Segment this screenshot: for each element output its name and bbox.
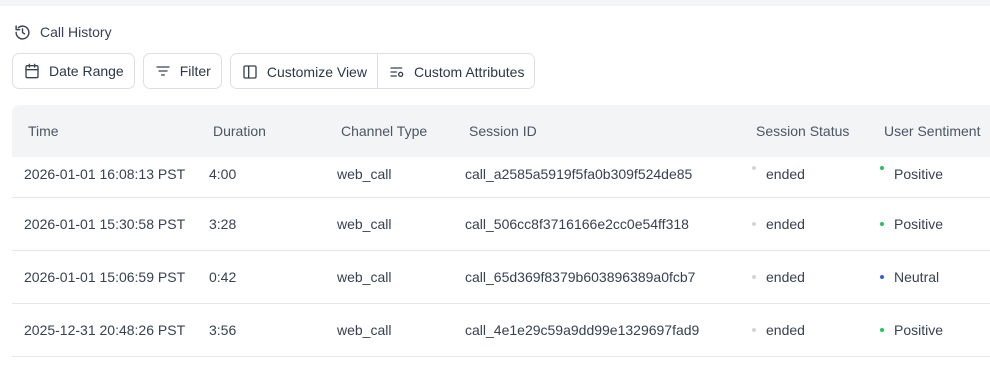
status-dot [752, 222, 756, 226]
status-dot [752, 166, 756, 170]
sentiment-cell: Positive [880, 198, 943, 250]
filter-icon [155, 63, 171, 79]
column-header-session-status[interactable]: Session Status [756, 105, 849, 157]
duration-cell: 4:00 [209, 166, 237, 182]
sentiment-text: Positive [894, 166, 944, 182]
table-header: Time Duration Channel Type Session ID Se… [12, 105, 990, 157]
sentiment-cell: Neutral [880, 251, 939, 303]
table-row[interactable]: 2025-12-31 20:48:26 PST 3:56 web_call ca… [12, 304, 990, 357]
date-range-button[interactable]: Date Range [12, 53, 135, 89]
session-status-cell: ended [752, 157, 805, 197]
session-id-cell: call_506cc8f3716166e2cc0e54ff318 [465, 216, 689, 232]
column-header-time[interactable]: Time [28, 105, 59, 157]
table-row[interactable]: 2026-01-01 15:30:58 PST 3:28 web_call ca… [12, 198, 990, 251]
duration-cell: 0:42 [209, 269, 237, 285]
columns-icon [242, 64, 258, 80]
history-icon [14, 24, 31, 41]
table-row[interactable]: 2026-01-01 16:08:13 PST 4:00 web_call ca… [12, 157, 990, 198]
column-header-duration[interactable]: Duration [213, 105, 266, 157]
table-row[interactable]: 2026-01-01 15:06:59 PST 0:42 web_call ca… [12, 251, 990, 304]
channel-cell: web_call [337, 166, 392, 182]
page-header: Call History [14, 22, 112, 42]
page-title: Call History [40, 24, 112, 40]
time-cell: 2026-01-01 15:30:58 PST [24, 216, 186, 232]
status-text: ended [766, 166, 805, 182]
list-settings-icon [389, 64, 405, 80]
filter-label: Filter [179, 63, 211, 79]
duration-cell: 3:28 [209, 216, 237, 232]
duration-cell: 3:56 [209, 322, 237, 338]
session-id-cell: call_4e1e29c59a9dd99e1329697fad9 [465, 322, 700, 338]
time-cell: 2026-01-01 16:08:13 PST [24, 166, 186, 182]
custom-attributes-label: Custom Attributes [413, 64, 525, 80]
toolbar: Date Range Filter Customize View Custom … [12, 53, 536, 89]
channel-cell: web_call [337, 322, 392, 338]
date-range-label: Date Range [49, 63, 124, 79]
status-text: ended [766, 269, 805, 285]
channel-cell: web_call [337, 216, 392, 232]
sentiment-cell: Positive [880, 304, 943, 356]
column-header-session-id[interactable]: Session ID [469, 105, 537, 157]
top-strip [0, 0, 990, 6]
status-text: ended [766, 322, 805, 338]
calendar-icon [24, 63, 40, 79]
session-status-cell: ended [752, 251, 805, 303]
time-cell: 2026-01-01 15:06:59 PST [24, 269, 186, 285]
status-dot [752, 328, 756, 332]
filter-button[interactable]: Filter [142, 53, 222, 89]
sentiment-dot [880, 328, 884, 332]
customize-view-button[interactable]: Customize View [230, 54, 377, 88]
sentiment-text: Neutral [894, 269, 940, 285]
sentiment-text: Positive [894, 322, 944, 338]
sentiment-text: Positive [894, 216, 944, 232]
custom-attributes-button[interactable]: Custom Attributes [376, 54, 535, 88]
time-cell: 2025-12-31 20:48:26 PST [24, 322, 186, 338]
sentiment-dot [880, 222, 884, 226]
session-status-cell: ended [752, 198, 805, 250]
status-text: ended [766, 216, 805, 232]
session-id-cell: call_a2585a5919f5fa0b309f524de85 [465, 166, 693, 182]
session-status-cell: ended [752, 304, 805, 356]
session-id-cell: call_65d369f8379b603896389a0fcb7 [465, 269, 696, 285]
customize-view-label: Customize View [266, 64, 367, 80]
column-header-user-sentiment[interactable]: User Sentiment [884, 105, 980, 157]
sentiment-dot [880, 166, 884, 170]
sentiment-cell: Positive [880, 157, 943, 197]
column-header-channel-type[interactable]: Channel Type [341, 105, 427, 157]
call-history-table: Time Duration Channel Type Session ID Se… [12, 105, 990, 357]
sentiment-dot [880, 275, 884, 279]
status-dot [752, 275, 756, 279]
view-button-group: Customize View Custom Attributes [229, 53, 536, 89]
channel-cell: web_call [337, 269, 392, 285]
